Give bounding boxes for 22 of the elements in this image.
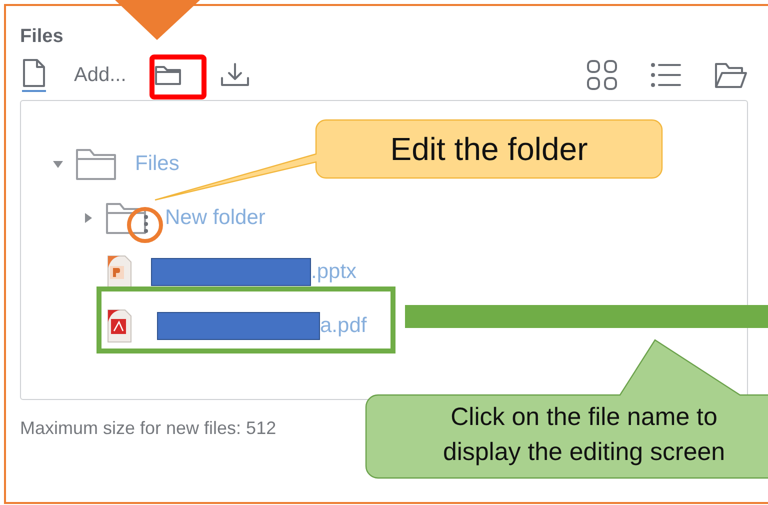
list-icon[interactable] — [650, 61, 682, 89]
callout-text: Click on the file name to display the editing screen — [442, 402, 726, 468]
more-icon — [144, 215, 148, 233]
download-icon[interactable] — [220, 62, 250, 88]
folder-name-link[interactable]: New folder — [165, 206, 266, 230]
grid-icon[interactable] — [586, 59, 618, 91]
folder-icon[interactable] — [154, 64, 182, 86]
open-folder-icon[interactable] — [714, 61, 748, 89]
callout-text: Edit the folder — [389, 130, 589, 169]
folder-name-link[interactable]: Files — [135, 152, 180, 176]
file-name-link[interactable]: a.pdf — [320, 314, 367, 338]
add-file-tab[interactable]: Add... — [20, 52, 126, 98]
expanded-caret-icon[interactable] — [53, 159, 65, 169]
pdf-file-icon — [105, 308, 133, 344]
file-name-link[interactable]: .pptx — [311, 260, 357, 284]
folder-icon — [105, 201, 147, 235]
file-icon — [22, 58, 46, 92]
highlight-circle — [127, 207, 163, 243]
folder-icon — [75, 147, 117, 181]
max-size-note: Maximum size for new files: 512 — [20, 418, 276, 439]
panel-title: Files — [20, 26, 64, 49]
highlight-frame — [150, 54, 206, 100]
